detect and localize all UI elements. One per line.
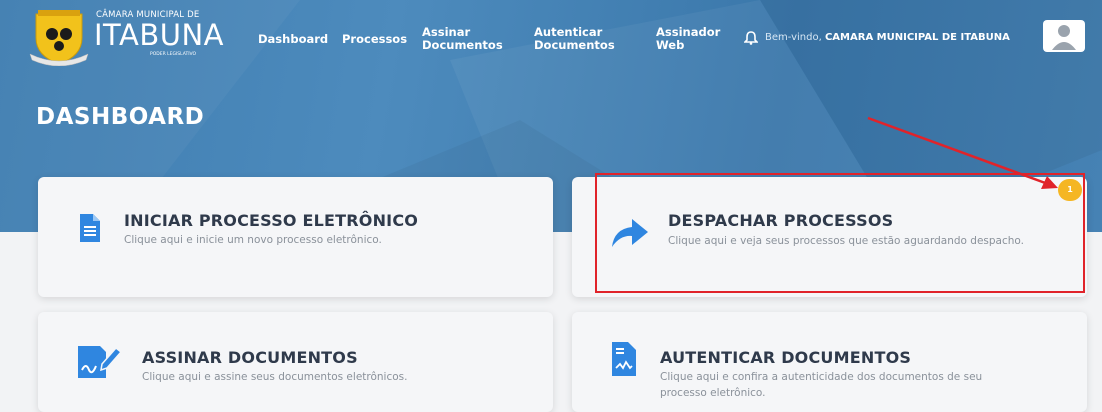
- nav-assinador-web[interactable]: Assinador Web: [656, 26, 720, 52]
- nav-assinar-documentos[interactable]: Assinar Documentos: [422, 26, 503, 52]
- card-autenticar-documentos[interactable]: AUTENTICAR DOCUMENTOS Clique aqui e conf…: [572, 312, 1087, 412]
- top-navbar: CÂMARA MUNICIPAL DE ITABUNA PODER LEGISL…: [0, 0, 1102, 68]
- username[interactable]: CAMARA MUNICIPAL DE ITABUNA: [825, 32, 1010, 43]
- bell-icon[interactable]: [744, 31, 758, 45]
- user-avatar-icon: [1052, 25, 1076, 50]
- share-arrow-icon: [612, 219, 648, 247]
- card-description: Clique aqui e confira a autenticidade do…: [660, 371, 983, 399]
- logo[interactable]: CÂMARA MUNICIPAL DE ITABUNA PODER LEGISL…: [28, 8, 224, 66]
- notification-badge[interactable]: 1: [1058, 179, 1082, 201]
- signature-icon: [78, 346, 122, 378]
- card-title: ASSINAR DOCUMENTOS: [142, 348, 358, 367]
- welcome-label: Bem-vindo,: [765, 32, 822, 43]
- card-description: Clique aqui e assine seus documentos ele…: [142, 371, 408, 383]
- coat-of-arms-icon: [29, 10, 89, 66]
- card-iniciar-processo[interactable]: INICIAR PROCESSO ELETRÔNICO Clique aqui …: [38, 177, 553, 297]
- card-despachar-processos[interactable]: DESPACHAR PROCESSOS Clique aqui e veja s…: [572, 177, 1087, 297]
- avatar[interactable]: [1043, 20, 1085, 52]
- nav-autenticar-documentos[interactable]: Autenticar Documentos: [534, 26, 615, 52]
- logo-subtitle: PODER LEGISLATIVO: [150, 52, 197, 57]
- logo-city-name: ITABUNA: [94, 18, 225, 52]
- card-title: AUTENTICAR DOCUMENTOS: [660, 348, 912, 367]
- card-title: DESPACHAR PROCESSOS: [668, 211, 894, 230]
- card-description: Clique aqui e inicie um novo processo el…: [124, 234, 382, 246]
- card-title: INICIAR PROCESSO ELETRÔNICO: [124, 211, 419, 230]
- document-icon: [80, 214, 100, 242]
- page-title: DASHBOARD: [36, 104, 205, 130]
- welcome-message: Bem-vindo, CAMARA MUNICIPAL DE ITABUNA: [765, 32, 1010, 43]
- card-assinar-documentos[interactable]: ASSINAR DOCUMENTOS Clique aqui e assine …: [38, 312, 553, 412]
- certificate-icon: [612, 342, 636, 376]
- card-description: Clique aqui e veja seus processos que es…: [668, 235, 1024, 247]
- nav-dashboard[interactable]: Dashboard: [258, 33, 328, 46]
- nav-processos[interactable]: Processos: [342, 33, 407, 46]
